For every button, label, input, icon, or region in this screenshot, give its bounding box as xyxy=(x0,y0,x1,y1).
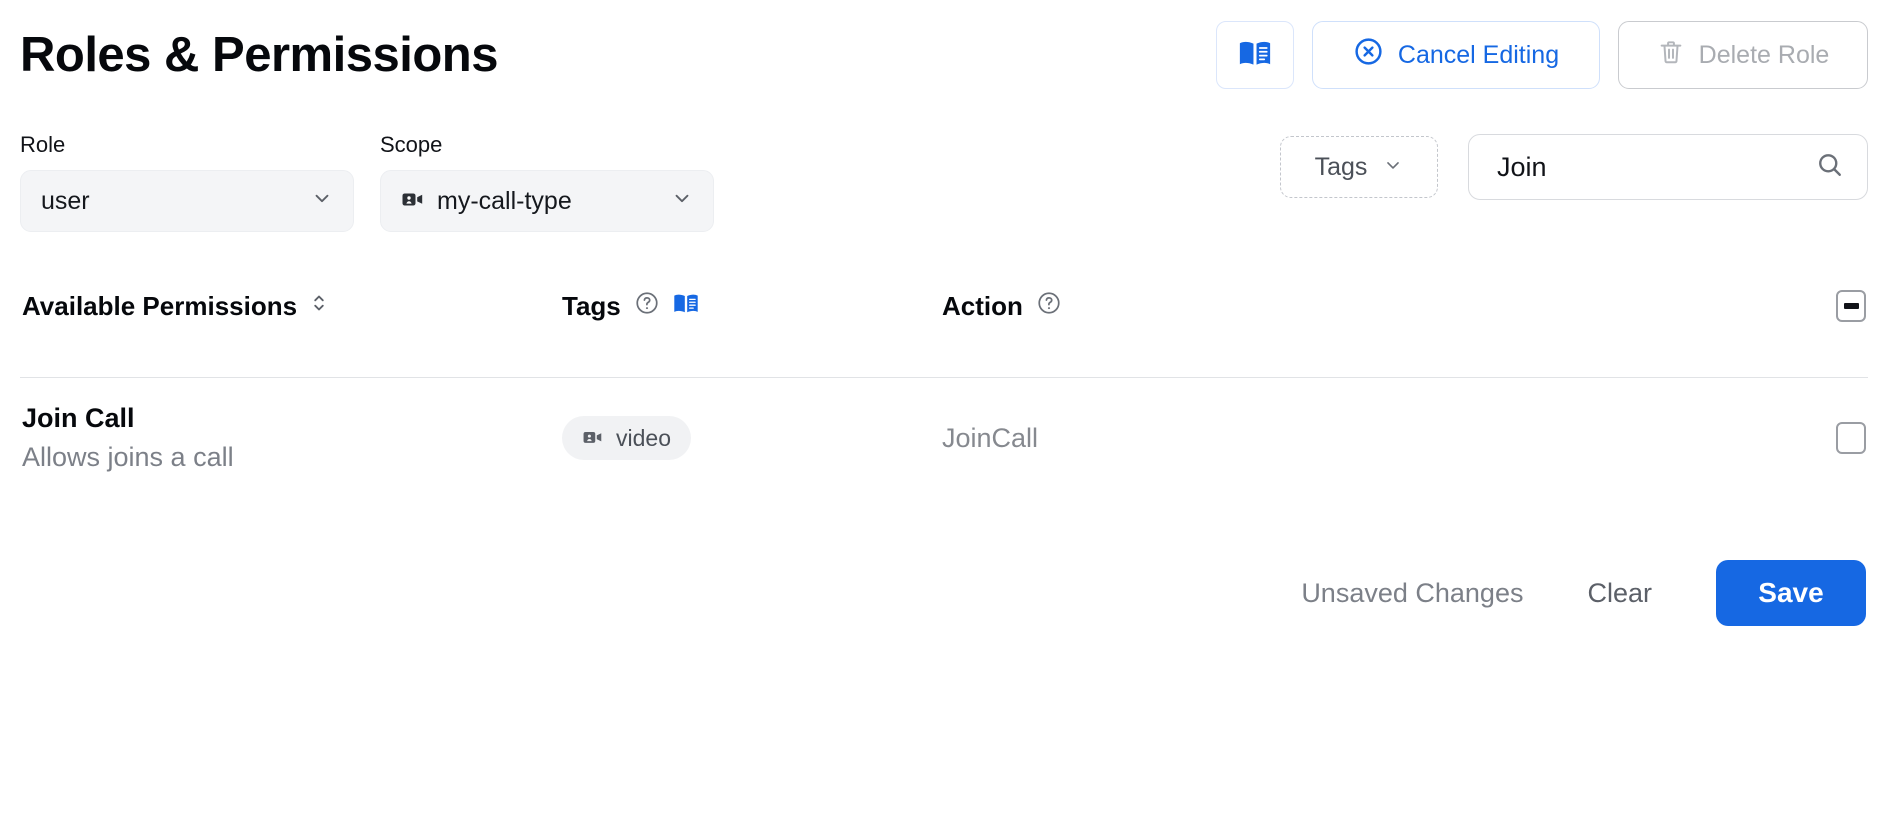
column-tags-label: Tags xyxy=(562,290,621,321)
clear-button[interactable]: Clear xyxy=(1579,568,1660,619)
search-input[interactable] xyxy=(1497,151,1797,183)
open-book-icon[interactable] xyxy=(673,291,699,322)
scope-select-value: my-call-type xyxy=(437,186,572,215)
table-footer: Unsaved Changes Clear Save xyxy=(20,560,1868,626)
permission-name: Join Call xyxy=(22,402,135,433)
role-label: Role xyxy=(20,132,66,157)
delete-role-button[interactable]: Delete Role xyxy=(1618,21,1868,89)
video-call-icon xyxy=(401,187,425,216)
scope-label: Scope xyxy=(380,132,443,157)
select-all-cell xyxy=(1806,290,1866,322)
help-circle-icon[interactable] xyxy=(634,290,660,323)
cancel-editing-label: Cancel Editing xyxy=(1397,40,1560,69)
role-select-value: user xyxy=(41,186,90,215)
tags-filter-label: Tags xyxy=(1314,152,1368,181)
tag-chip[interactable]: video xyxy=(562,416,691,460)
sort-chevrons-icon[interactable] xyxy=(310,290,328,323)
column-action-label: Action xyxy=(942,290,1023,321)
video-call-icon xyxy=(582,425,604,452)
scope-field-group: Scope my-call-type xyxy=(380,134,714,232)
column-permissions-label: Available Permissions xyxy=(22,290,298,321)
role-field-group: Role user xyxy=(20,134,354,232)
tags-filter-button[interactable]: Tags xyxy=(1280,136,1438,198)
permission-description: Allows joins a call xyxy=(22,442,234,472)
role-select[interactable]: user xyxy=(20,170,354,232)
delete-role-label: Delete Role xyxy=(1698,40,1830,69)
help-circle-icon[interactable] xyxy=(1036,290,1062,323)
permission-info-cell: Join Call Allows joins a call xyxy=(22,403,562,473)
cancel-editing-button[interactable]: Cancel Editing xyxy=(1312,21,1600,89)
chevron-down-icon xyxy=(671,187,693,216)
permissions-table: Available Permissions Tags Action Join C… xyxy=(20,280,1868,498)
trash-icon xyxy=(1657,37,1685,74)
row-select-cell xyxy=(1806,422,1866,454)
page-title: Roles & Permissions xyxy=(20,27,498,82)
column-available-permissions[interactable]: Available Permissions xyxy=(22,290,562,323)
table-header-row: Available Permissions Tags Action xyxy=(20,280,1868,332)
right-filters: Tags xyxy=(1280,134,1868,200)
column-action: Action xyxy=(942,290,1806,323)
unsaved-changes-status: Unsaved Changes xyxy=(1301,577,1524,608)
row-checkbox[interactable] xyxy=(1836,422,1866,454)
circle-x-icon xyxy=(1353,36,1384,74)
page-header: Roles & Permissions Cancel Editing Delet… xyxy=(20,0,1868,104)
chevron-down-icon xyxy=(311,187,333,216)
tag-chip-label: video xyxy=(616,424,671,451)
open-book-icon xyxy=(1238,40,1272,71)
permission-tags-cell: video xyxy=(562,416,942,460)
header-actions: Cancel Editing Delete Role xyxy=(1216,21,1868,89)
table-row: Join Call Allows joins a call video Join… xyxy=(20,378,1868,498)
docs-button[interactable] xyxy=(1216,21,1294,89)
permission-action: JoinCall xyxy=(942,422,1039,453)
roles-permissions-page: Roles & Permissions Cancel Editing Delet… xyxy=(0,0,1888,818)
search-box[interactable] xyxy=(1468,134,1868,200)
scope-select[interactable]: my-call-type xyxy=(380,170,714,232)
select-all-checkbox[interactable] xyxy=(1836,290,1866,322)
filters-bar: Role user Scope my-call-type Tags Join xyxy=(20,104,1868,254)
column-tags: Tags xyxy=(562,290,942,323)
chevron-down-icon xyxy=(1383,153,1403,182)
search-icon[interactable] xyxy=(1815,150,1845,185)
save-button[interactable]: Save xyxy=(1716,560,1866,626)
